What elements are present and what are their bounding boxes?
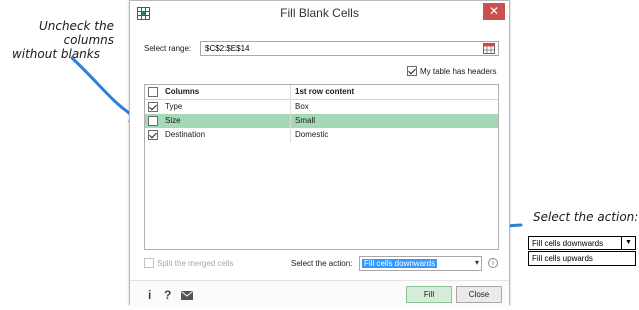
action-dropdown-mock: Fill cells downwards ▼ [528, 236, 636, 250]
select-action-label: Select the action: [291, 259, 353, 268]
headers-checkbox[interactable] [407, 66, 417, 76]
dropdown-option-upwards: Fill cells upwards [528, 251, 636, 266]
close-button[interactable]: Close [456, 286, 502, 303]
row-name: Destination [165, 130, 206, 139]
fill-blank-cells-dialog: Fill Blank Cells ✕ Select range: $C$2:$E… [129, 0, 510, 306]
row-name: Size [165, 116, 181, 125]
table-row-size[interactable]: Size Small [145, 114, 498, 128]
select-range-input[interactable]: $C$2:$E$14 [200, 41, 499, 56]
chevron-down-icon[interactable]: ▾ [475, 258, 479, 267]
columns-table: Columns 1st row content Type Box Size Sm… [144, 84, 499, 250]
info-icon[interactable]: i [148, 288, 151, 302]
help-icon[interactable]: ? [164, 288, 171, 302]
row-checkbox-destination[interactable] [148, 130, 158, 140]
annotation-line: Uncheck the columns [38, 19, 114, 47]
split-merged-checkbox[interactable] [144, 258, 154, 268]
column-header-columns: Columns [165, 87, 200, 96]
row-content: Box [295, 102, 309, 111]
row-content: Small [295, 116, 316, 125]
dialog-footer: i ? Fill Close [130, 280, 509, 306]
split-merged-label: Split the merged cells [157, 259, 234, 268]
headers-label: My table has headers [420, 67, 497, 76]
info-icon[interactable]: i [488, 258, 498, 268]
dropdown-option-downwards: Fill cells downwards [532, 239, 604, 248]
table-header-row: Columns 1st row content [145, 85, 498, 100]
row-content: Domestic [295, 130, 329, 139]
select-range-label: Select range: [144, 44, 192, 53]
window-close-button[interactable]: ✕ [483, 3, 505, 20]
select-range-icon[interactable] [483, 43, 495, 54]
dialog-title: Fill Blank Cells [280, 6, 359, 20]
dropdown-arrow-icon: ▼ [621, 237, 635, 249]
annotation-uncheck: Uncheck the columns without blanks [2, 19, 114, 61]
annotation-select-action: Select the action: [533, 210, 639, 224]
row-checkbox-type[interactable] [148, 102, 158, 112]
select-all-checkbox[interactable] [148, 87, 158, 97]
select-action-value: Fill cells downwards [362, 259, 438, 268]
table-row-destination[interactable]: Destination Domestic [145, 128, 498, 142]
row-name: Type [165, 102, 183, 111]
mail-icon[interactable] [181, 291, 193, 300]
table-row-type[interactable]: Type Box [145, 100, 498, 114]
title-bar: Fill Blank Cells ✕ [130, 1, 509, 29]
select-range-value: $C$2:$E$14 [205, 44, 250, 53]
column-divider [290, 85, 291, 142]
select-action-dropdown[interactable]: Fill cells downwards ▾ [359, 256, 482, 271]
fill-button[interactable]: Fill [406, 286, 452, 303]
row-checkbox-size[interactable] [148, 116, 158, 126]
annotation-line: without blanks [11, 47, 100, 61]
column-header-content: 1st row content [295, 87, 355, 96]
